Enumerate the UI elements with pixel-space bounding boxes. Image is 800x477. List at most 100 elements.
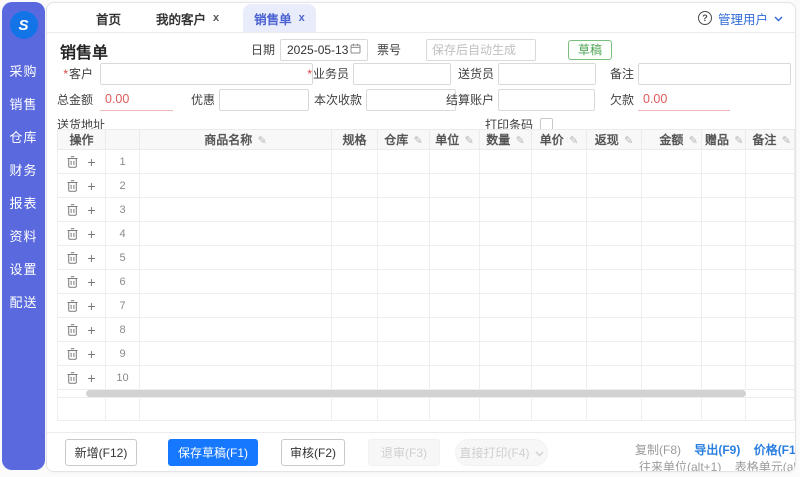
cell-quantity[interactable]: [480, 174, 532, 198]
add-row-icon[interactable]: +: [87, 275, 95, 289]
cell-quantity[interactable]: [480, 270, 532, 294]
cell-gift[interactable]: [702, 222, 746, 246]
remark-input[interactable]: [638, 63, 791, 85]
cell-cashback[interactable]: [587, 246, 642, 270]
column-edit-icon[interactable]: ✎: [516, 135, 525, 147]
cell-product-name[interactable]: [140, 198, 332, 222]
cell-gift[interactable]: [702, 318, 746, 342]
cell-cashback[interactable]: [587, 150, 642, 174]
cell-quantity[interactable]: [480, 222, 532, 246]
salesman-input[interactable]: [353, 63, 451, 85]
cell-unit[interactable]: [430, 342, 480, 366]
cell-quantity[interactable]: [480, 294, 532, 318]
cell-unit[interactable]: [430, 246, 480, 270]
cell-note[interactable]: [746, 198, 795, 222]
add-row-icon[interactable]: +: [87, 155, 95, 169]
delete-row-icon[interactable]: [67, 228, 78, 240]
cell-warehouse[interactable]: [378, 246, 430, 270]
cell-note[interactable]: [746, 246, 795, 270]
cell-amount[interactable]: [642, 198, 702, 222]
add-row-icon[interactable]: +: [87, 323, 95, 337]
column-edit-icon[interactable]: ✎: [689, 135, 698, 147]
help-icon[interactable]: ?: [698, 11, 712, 25]
date-input[interactable]: 2025-05-13: [280, 39, 368, 61]
cell-gift[interactable]: [702, 342, 746, 366]
column-edit-icon[interactable]: ✎: [258, 135, 267, 147]
cell-unit[interactable]: [430, 366, 480, 390]
footer-link[interactable]: 价格(F10): [754, 443, 796, 457]
cell-spec[interactable]: [332, 246, 378, 270]
delete-row-icon[interactable]: [67, 348, 78, 360]
add-row-icon[interactable]: +: [87, 371, 95, 385]
cell-gift[interactable]: [702, 174, 746, 198]
cell-quantity[interactable]: [480, 246, 532, 270]
cell-quantity[interactable]: [480, 366, 532, 390]
column-edit-icon[interactable]: ✎: [414, 135, 423, 147]
footer-link[interactable]: 导出(F9): [694, 443, 740, 457]
payment-input[interactable]: [366, 89, 456, 111]
cell-quantity[interactable]: [480, 318, 532, 342]
cell-cashback[interactable]: [587, 198, 642, 222]
ticket-input[interactable]: [426, 39, 536, 61]
cell-unit-price[interactable]: [532, 222, 587, 246]
cell-product-name[interactable]: [140, 222, 332, 246]
cell-spec[interactable]: [332, 150, 378, 174]
cell-amount[interactable]: [642, 270, 702, 294]
cell-product-name[interactable]: [140, 366, 332, 390]
cell-note[interactable]: [746, 366, 795, 390]
cell-product-name[interactable]: [140, 294, 332, 318]
sidebar-item[interactable]: 资料: [2, 230, 45, 244]
add-row-icon[interactable]: +: [87, 299, 95, 313]
cell-note[interactable]: [746, 342, 795, 366]
sidebar-item[interactable]: 设置: [2, 263, 45, 277]
column-edit-icon[interactable]: ✎: [569, 135, 578, 147]
cell-unit-price[interactable]: [532, 366, 587, 390]
cell-gift[interactable]: [702, 270, 746, 294]
delete-row-icon[interactable]: [67, 300, 78, 312]
cell-warehouse[interactable]: [378, 270, 430, 294]
deliveryman-input[interactable]: [498, 63, 596, 85]
cell-spec[interactable]: [332, 174, 378, 198]
cell-unit-price[interactable]: [532, 318, 587, 342]
footer-button[interactable]: 新增(F12): [65, 439, 137, 466]
cell-spec[interactable]: [332, 222, 378, 246]
user-menu[interactable]: 管理用户: [718, 9, 768, 28]
delete-row-icon[interactable]: [67, 204, 78, 216]
cell-warehouse[interactable]: [378, 174, 430, 198]
cell-note[interactable]: [746, 318, 795, 342]
cell-product-name[interactable]: [140, 318, 332, 342]
cell-cashback[interactable]: [587, 174, 642, 198]
sidebar-item[interactable]: 销售: [2, 98, 45, 112]
cell-spec[interactable]: [332, 198, 378, 222]
delete-row-icon[interactable]: [67, 252, 78, 264]
cell-gift[interactable]: [702, 294, 746, 318]
tab-close-icon[interactable]: x: [299, 13, 305, 24]
delete-row-icon[interactable]: [67, 180, 78, 192]
sidebar-item[interactable]: 报表: [2, 197, 45, 211]
tab[interactable]: 销售单 x: [243, 4, 316, 32]
cell-quantity[interactable]: [480, 198, 532, 222]
cell-amount[interactable]: [642, 366, 702, 390]
add-row-icon[interactable]: +: [87, 203, 95, 217]
cell-unit-price[interactable]: [532, 198, 587, 222]
discount-input[interactable]: [219, 89, 309, 111]
column-edit-icon[interactable]: ✎: [782, 135, 791, 147]
column-edit-icon[interactable]: ✎: [624, 135, 633, 147]
cell-warehouse[interactable]: [378, 366, 430, 390]
column-edit-icon[interactable]: ✎: [734, 135, 743, 147]
tab-close-icon[interactable]: x: [213, 13, 219, 24]
cell-quantity[interactable]: [480, 150, 532, 174]
cell-quantity[interactable]: [480, 342, 532, 366]
cell-gift[interactable]: [702, 198, 746, 222]
cell-note[interactable]: [746, 294, 795, 318]
cell-cashback[interactable]: [587, 294, 642, 318]
cell-gift[interactable]: [702, 246, 746, 270]
cell-warehouse[interactable]: [378, 222, 430, 246]
cell-warehouse[interactable]: [378, 342, 430, 366]
add-row-icon[interactable]: +: [87, 227, 95, 241]
cell-unit[interactable]: [430, 174, 480, 198]
cell-amount[interactable]: [642, 294, 702, 318]
cell-cashback[interactable]: [587, 270, 642, 294]
cell-note[interactable]: [746, 270, 795, 294]
cell-amount[interactable]: [642, 246, 702, 270]
